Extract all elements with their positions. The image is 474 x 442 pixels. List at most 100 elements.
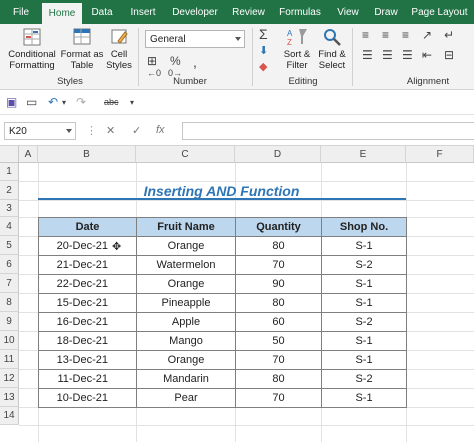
shop-cell[interactable]: S-2 xyxy=(321,255,407,275)
fruit-cell[interactable]: Pear xyxy=(136,388,236,408)
fruit-cell[interactable]: Orange xyxy=(136,350,236,370)
redo-icon[interactable]: ↷ xyxy=(76,95,86,109)
quantity-cell[interactable]: 80 xyxy=(235,369,322,389)
column-header-a[interactable]: A xyxy=(19,146,38,163)
insert-function-icon[interactable]: fx xyxy=(156,124,165,136)
header-quantity[interactable]: Quantity xyxy=(235,217,322,237)
merge-center-icon[interactable]: ⊟ xyxy=(444,48,454,62)
tab-insert[interactable]: Insert xyxy=(122,0,164,24)
fruit-cell[interactable]: Mandarin xyxy=(136,369,236,389)
wrap-text-icon[interactable]: ↵ xyxy=(444,28,454,42)
row-header-4[interactable]: 4 xyxy=(0,217,19,236)
quantity-cell[interactable]: 90 xyxy=(235,274,322,294)
tab-home[interactable]: Home xyxy=(42,3,82,24)
date-cell[interactable]: 18-Dec-21 xyxy=(38,331,137,351)
enter-icon[interactable]: ✓ xyxy=(132,124,141,137)
select-all-corner[interactable] xyxy=(0,146,19,163)
fruit-cell[interactable]: Watermelon xyxy=(136,255,236,275)
date-cell[interactable]: 11-Dec-21 xyxy=(38,369,137,389)
column-header-e[interactable]: E xyxy=(321,146,406,163)
row-header-14[interactable]: 14 xyxy=(0,407,19,425)
row-header-8[interactable]: 8 xyxy=(0,293,19,312)
clear-icon[interactable]: ◆ xyxy=(259,60,267,73)
column-header-b[interactable]: B xyxy=(38,146,136,163)
align-bottom-icon[interactable]: ≡ xyxy=(402,28,409,42)
percent-style-icon[interactable]: % xyxy=(170,54,181,68)
fill-icon[interactable]: ⬇ xyxy=(259,44,268,57)
name-box[interactable]: K20 xyxy=(4,122,76,140)
accounting-format-icon[interactable]: ⊞ xyxy=(147,54,157,68)
tab-page-layout[interactable]: Page Layout xyxy=(405,0,474,24)
format-as-table-button[interactable]: Format as Table xyxy=(60,27,104,71)
row-header-6[interactable]: 6 xyxy=(0,255,19,274)
header-shop-no[interactable]: Shop No. xyxy=(321,217,407,237)
sort-filter-button[interactable]: AZ Sort & Filter xyxy=(280,27,314,71)
column-header-f[interactable]: F xyxy=(406,146,474,163)
form-icon[interactable]: ▭ xyxy=(26,95,37,109)
row-header-1[interactable]: 1 xyxy=(0,163,19,181)
align-center-icon[interactable]: ☰ xyxy=(382,48,393,62)
decrease-indent-icon[interactable]: ⇤ xyxy=(422,48,432,62)
fruit-cell[interactable]: Orange xyxy=(136,236,236,256)
row-header-11[interactable]: 11 xyxy=(0,350,19,369)
fruit-cell[interactable]: Orange xyxy=(136,274,236,294)
quantity-cell[interactable]: 70 xyxy=(235,350,322,370)
formula-input[interactable] xyxy=(182,122,474,140)
conditional-formatting-button[interactable]: Conditional Formatting xyxy=(6,27,58,71)
column-header-c[interactable]: C xyxy=(136,146,235,163)
row-header-9[interactable]: 9 xyxy=(0,312,19,331)
align-top-icon[interactable]: ≡ xyxy=(362,28,369,42)
undo-icon[interactable]: ↶ xyxy=(48,95,58,109)
increase-decimal-icon[interactable]: ←0 xyxy=(147,68,161,78)
tab-draw[interactable]: Draw xyxy=(367,0,405,24)
quantity-cell[interactable]: 70 xyxy=(235,255,322,275)
date-cell[interactable]: 22-Dec-21 xyxy=(38,274,137,294)
column-header-d[interactable]: D xyxy=(235,146,321,163)
date-cell[interactable]: 16-Dec-21 xyxy=(38,312,137,332)
tab-developer[interactable]: Developer xyxy=(164,0,226,24)
quantity-cell[interactable]: 70 xyxy=(235,388,322,408)
shop-cell[interactable]: S-2 xyxy=(321,369,407,389)
quantity-cell[interactable]: 80 xyxy=(235,236,322,256)
align-middle-icon[interactable]: ≡ xyxy=(382,28,389,42)
row-header-2[interactable]: 2 xyxy=(0,181,19,200)
align-left-icon[interactable]: ☰ xyxy=(362,48,373,62)
tab-file[interactable]: File xyxy=(0,0,42,24)
tab-view[interactable]: View xyxy=(329,0,367,24)
cell-styles-button[interactable]: Cell Styles xyxy=(104,27,134,71)
date-cell[interactable]: 10-Dec-21 xyxy=(38,388,137,408)
row-header-12[interactable]: 12 xyxy=(0,369,19,388)
date-cell[interactable]: 13-Dec-21 xyxy=(38,350,137,370)
save-icon[interactable]: ▣ xyxy=(6,95,17,109)
chevron-down-icon[interactable]: ▾ xyxy=(62,98,66,107)
header-fruit-name[interactable]: Fruit Name xyxy=(136,217,236,237)
row-header-10[interactable]: 10 xyxy=(0,331,19,350)
shop-cell[interactable]: S-1 xyxy=(321,236,407,256)
shop-cell[interactable]: S-1 xyxy=(321,274,407,294)
comma-style-icon[interactable]: , xyxy=(193,54,197,70)
shop-cell[interactable]: S-1 xyxy=(321,388,407,408)
strikethrough-icon[interactable]: abc xyxy=(104,97,119,107)
find-select-button[interactable]: Find & Select xyxy=(316,27,348,71)
row-header-13[interactable]: 13 xyxy=(0,388,19,407)
tab-data[interactable]: Data xyxy=(82,0,122,24)
shop-cell[interactable]: S-1 xyxy=(321,350,407,370)
header-date[interactable]: Date xyxy=(38,217,137,237)
row-header-3[interactable]: 3 xyxy=(0,200,19,217)
row-header-5[interactable]: 5 xyxy=(0,236,19,255)
shop-cell[interactable]: S-1 xyxy=(321,331,407,351)
date-cell[interactable]: 20-Dec-21 xyxy=(38,236,137,256)
fruit-cell[interactable]: Pineapple xyxy=(136,293,236,313)
customize-toolbar-icon[interactable]: ▾ xyxy=(130,98,134,107)
fruit-cell[interactable]: Apple xyxy=(136,312,236,332)
shop-cell[interactable]: S-2 xyxy=(321,312,407,332)
tab-formulas[interactable]: Formulas xyxy=(271,0,329,24)
fruit-cell[interactable]: Mango xyxy=(136,331,236,351)
align-right-icon[interactable]: ☰ xyxy=(402,48,413,62)
quantity-cell[interactable]: 50 xyxy=(235,331,322,351)
autosum-icon[interactable]: Σ xyxy=(259,26,268,42)
cancel-icon[interactable]: ✕ xyxy=(106,124,115,137)
row-header-7[interactable]: 7 xyxy=(0,274,19,293)
date-cell[interactable]: 21-Dec-21 xyxy=(38,255,137,275)
tab-review[interactable]: Review xyxy=(226,0,271,24)
